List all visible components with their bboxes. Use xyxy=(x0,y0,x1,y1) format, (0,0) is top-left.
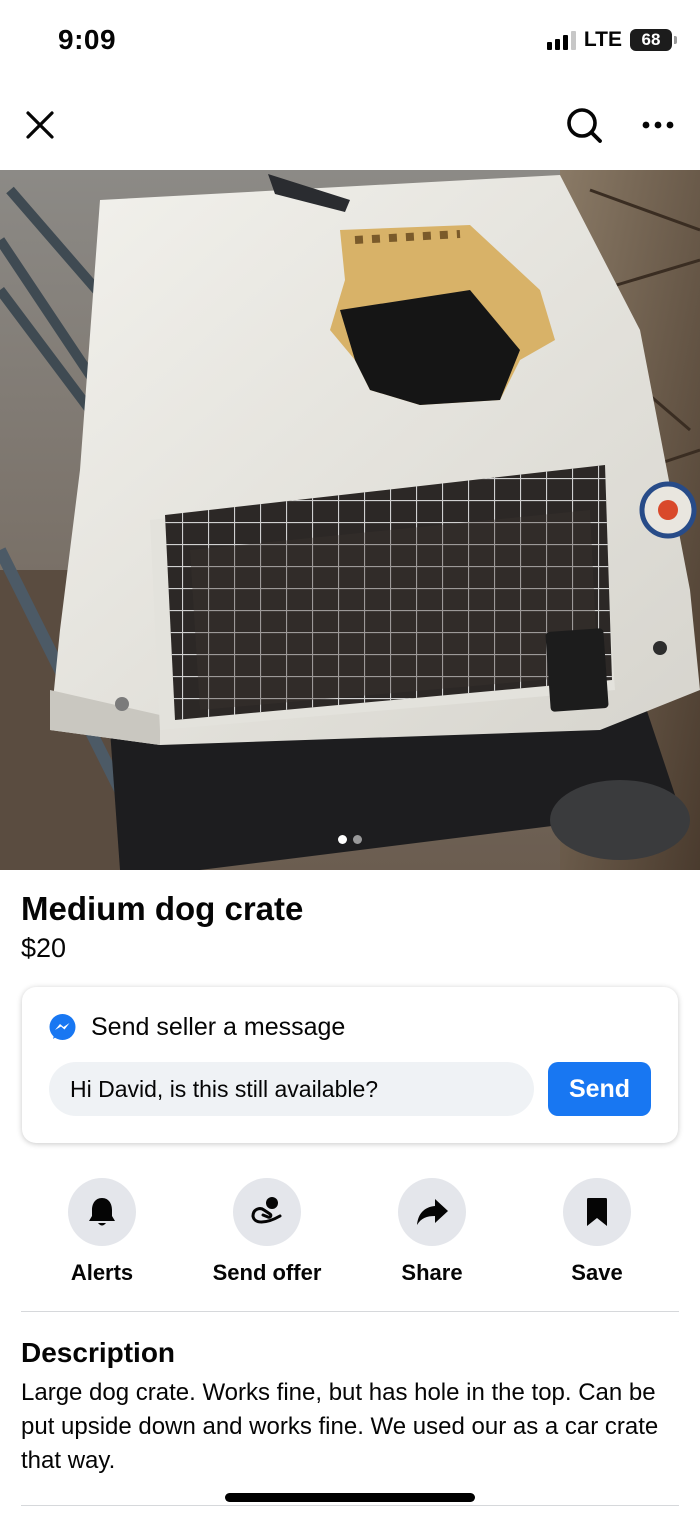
description-body: Large dog crate. Works fine, but has hol… xyxy=(21,1379,659,1474)
message-heading: Send seller a message xyxy=(91,1013,346,1041)
alerts-circle xyxy=(68,1178,136,1246)
status-indicators: LTE 68 xyxy=(546,28,677,52)
top-nav xyxy=(0,84,700,170)
section-divider xyxy=(21,1311,679,1312)
share-circle xyxy=(398,1178,466,1246)
description-heading: Description xyxy=(21,1337,176,1368)
pagination-dot-active[interactable] xyxy=(338,835,347,844)
bookmark-icon xyxy=(587,1198,607,1226)
listing-price: $20 xyxy=(21,933,67,963)
status-bar: 9:09 LTE 68 xyxy=(0,0,700,84)
action-bar: Alerts Send offer Share Save xyxy=(0,1178,700,1288)
messenger-icon xyxy=(49,1014,76,1040)
close-button[interactable] xyxy=(16,101,64,149)
message-input[interactable] xyxy=(49,1062,534,1116)
share-button[interactable]: Share xyxy=(362,1178,502,1286)
signal-icon xyxy=(546,30,576,50)
alerts-label: Alerts xyxy=(70,1260,134,1285)
share-icon xyxy=(417,1199,448,1225)
send-offer-button[interactable]: Send offer xyxy=(197,1178,337,1286)
battery-level: 68 xyxy=(641,30,661,49)
search-button[interactable] xyxy=(560,101,608,149)
save-button[interactable]: Save xyxy=(527,1178,667,1286)
send-offer-label: Send offer xyxy=(212,1260,322,1285)
pagination-dot[interactable] xyxy=(353,835,362,844)
bell-icon xyxy=(89,1198,115,1226)
save-circle xyxy=(563,1178,631,1246)
close-icon xyxy=(26,111,54,139)
listing-photo[interactable] xyxy=(0,170,700,870)
photo-pagination xyxy=(0,835,700,844)
listing-title: Medium dog crate xyxy=(21,890,304,927)
alerts-button[interactable]: Alerts xyxy=(32,1178,172,1286)
message-seller-card: Send seller a message Send xyxy=(22,987,678,1143)
save-label: Save xyxy=(571,1260,623,1285)
search-icon xyxy=(567,108,602,143)
home-indicator[interactable] xyxy=(225,1493,475,1502)
send-offer-circle xyxy=(233,1178,301,1246)
network-type: LTE xyxy=(583,28,622,51)
status-time: 9:09 xyxy=(58,24,117,55)
message-header: Send seller a message xyxy=(48,1013,345,1042)
share-label: Share xyxy=(401,1260,463,1285)
offer-icon xyxy=(251,1197,282,1224)
more-options-button[interactable] xyxy=(634,101,682,149)
dog-crate-photo xyxy=(0,170,700,870)
battery-icon: 68 xyxy=(630,29,677,51)
more-options-icon xyxy=(642,121,674,129)
section-divider-bottom xyxy=(21,1505,679,1506)
send-button[interactable]: Send xyxy=(548,1062,651,1116)
